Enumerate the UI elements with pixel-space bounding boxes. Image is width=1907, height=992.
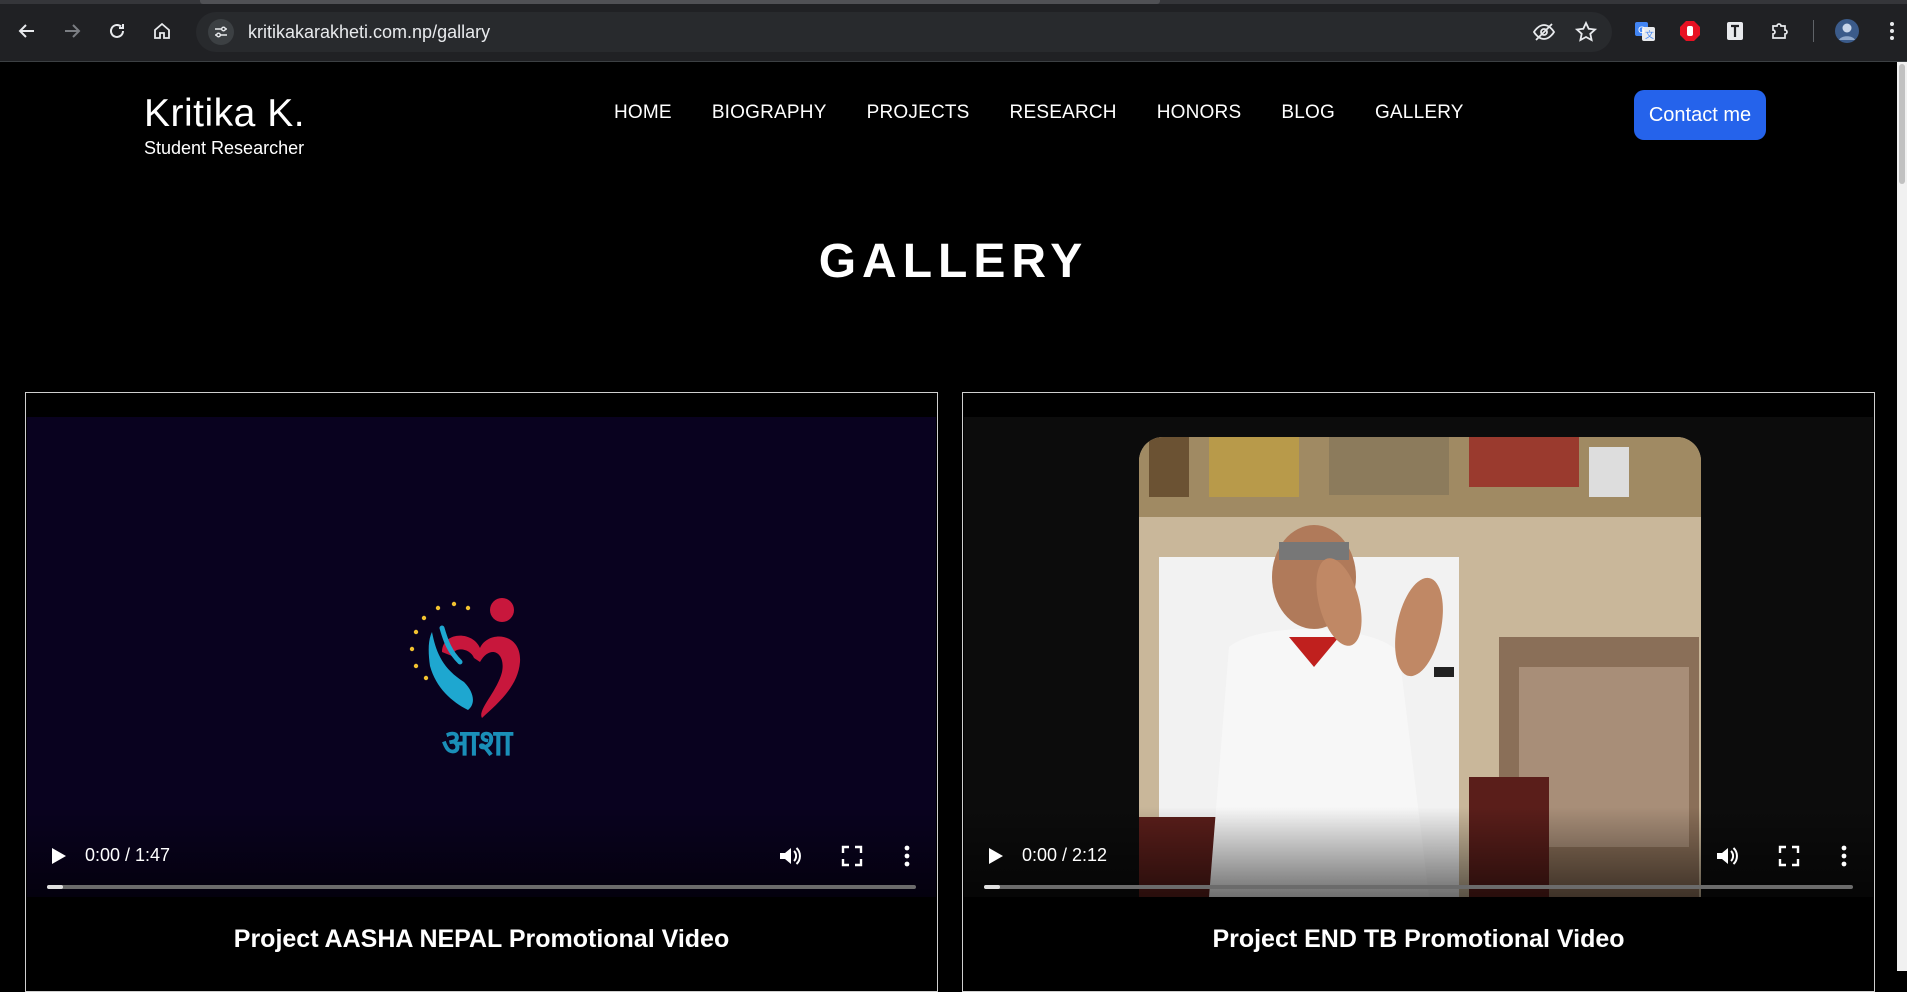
svg-text:G: G — [1638, 26, 1645, 36]
video-card: 0:00 / 2:12 Project END TB Promotional V… — [962, 392, 1875, 992]
nav-gallery[interactable]: GALLERY — [1375, 102, 1464, 124]
video-controls: 0:00 / 2:12 — [964, 807, 1873, 897]
video-progress-bar[interactable] — [984, 885, 1853, 889]
progress-fill — [47, 885, 63, 889]
stop-hand-icon[interactable] — [1675, 16, 1705, 46]
url-text[interactable]: kritikakarakheti.com.np/gallary — [248, 22, 490, 43]
page-title: GALLERY — [818, 235, 1089, 288]
address-bar[interactable]: kritikakarakheti.com.np/gallary — [196, 12, 1612, 52]
browser-toolbar: kritikakarakheti.com.np/gallary G文 — [0, 0, 1907, 62]
home-icon[interactable] — [147, 16, 177, 46]
translate-icon[interactable]: G文 — [1630, 16, 1660, 46]
more-options-icon[interactable] — [902, 843, 912, 869]
reader-icon[interactable] — [1720, 16, 1750, 46]
more-options-icon[interactable] — [1839, 843, 1849, 869]
nav-research[interactable]: RESEARCH — [1010, 102, 1117, 124]
star-icon[interactable] — [1574, 20, 1598, 48]
volume-icon[interactable] — [1714, 843, 1740, 869]
video-caption: Project AASHA NEPAL Promotional Video — [233, 925, 730, 953]
main-nav: HOME BIOGRAPHY PROJECTS RESEARCH HONORS … — [614, 102, 1464, 124]
profile-avatar[interactable] — [1832, 16, 1862, 46]
video-player[interactable]: आशा 0:00 / 1:47 — [27, 417, 936, 897]
forward-icon[interactable] — [57, 16, 87, 46]
page-scrollbar[interactable] — [1897, 62, 1907, 971]
play-icon[interactable] — [47, 845, 69, 867]
page-content: Kritika K. Student Researcher HOME BIOGR… — [0, 62, 1907, 992]
video-caption: Project END TB Promotional Video — [1212, 925, 1625, 953]
volume-icon[interactable] — [777, 843, 803, 869]
video-controls: 0:00 / 1:47 — [27, 807, 936, 897]
play-icon[interactable] — [984, 845, 1006, 867]
svg-text:文: 文 — [1645, 29, 1654, 41]
nav-blog[interactable]: BLOG — [1281, 102, 1335, 124]
active-tab-indicator — [200, 0, 1160, 4]
reload-icon[interactable] — [102, 16, 132, 46]
eye-off-icon[interactable] — [1532, 20, 1556, 48]
fullscreen-icon[interactable] — [1777, 844, 1801, 868]
video-player[interactable]: 0:00 / 2:12 — [964, 417, 1873, 897]
back-icon[interactable] — [12, 16, 42, 46]
aasha-logo-text: आशा — [441, 723, 513, 764]
nav-projects[interactable]: PROJECTS — [867, 102, 970, 124]
scrollbar-thumb[interactable] — [1899, 64, 1905, 184]
site-settings-icon[interactable] — [208, 19, 234, 45]
contact-button[interactable]: Contact me — [1634, 90, 1766, 140]
fullscreen-icon[interactable] — [840, 844, 864, 868]
video-time: 0:00 / 2:12 — [1022, 845, 1108, 865]
video-card: आशा 0:00 / 1:47 Project AASHA NEPAL Prom… — [25, 392, 938, 992]
nav-home[interactable]: HOME — [614, 102, 672, 124]
brand-subtitle: Student Researcher — [144, 138, 305, 158]
browser-menu-icon[interactable] — [1877, 16, 1907, 46]
nav-honors[interactable]: HONORS — [1157, 102, 1242, 124]
extensions-icon[interactable] — [1765, 16, 1795, 46]
video-progress-bar[interactable] — [47, 885, 916, 889]
nav-biography[interactable]: BIOGRAPHY — [712, 102, 827, 124]
toolbar-separator — [1813, 20, 1814, 42]
progress-fill — [984, 885, 1000, 889]
tab-strip-edge — [0, 0, 1907, 4]
brand-name[interactable]: Kritika K. — [144, 92, 305, 136]
video-time: 0:00 / 1:47 — [85, 845, 171, 865]
